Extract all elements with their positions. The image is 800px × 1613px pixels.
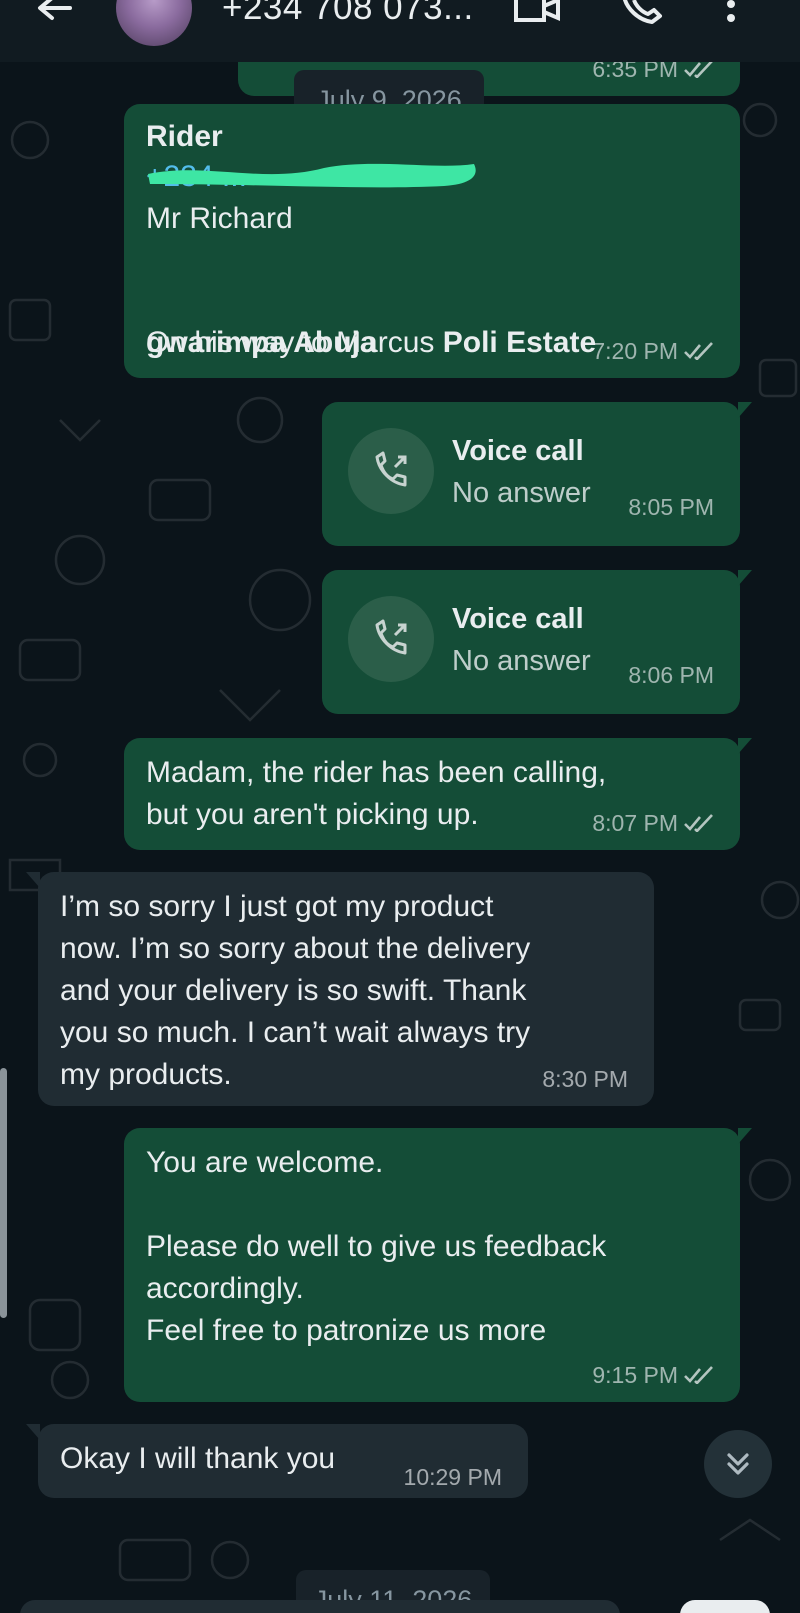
message-meta: 9:15 PM <box>592 1362 714 1388</box>
message-bubble-incoming[interactable]: Okay I will thank you 10:29 PM <box>26 1424 528 1498</box>
message-time: 9:15 PM <box>592 1362 678 1388</box>
contact-name[interactable]: +234 708 073... <box>222 0 474 28</box>
phone-icon[interactable] <box>620 0 664 26</box>
video-camera-icon[interactable] <box>514 0 560 26</box>
avatar[interactable] <box>116 0 192 46</box>
call-title: Voice call <box>452 435 584 467</box>
message-list[interactable]: 6:35 PM July 9, 2026 Rider +234 ... Mr R… <box>0 22 800 1613</box>
read-ticks-icon <box>684 60 713 78</box>
message-meta: 8:07 PM <box>592 810 714 836</box>
message-time: 10:29 PM <box>403 1464 502 1490</box>
read-ticks-icon <box>684 1366 713 1384</box>
call-title: Voice call <box>452 603 584 635</box>
message-bubble-incoming[interactable]: I’m so sorry I just got my product now. … <box>26 872 654 1106</box>
chevrons-down-icon <box>727 1453 749 1475</box>
missed-call-icon <box>375 619 407 655</box>
call-status: No answer <box>452 477 591 509</box>
message-text: I’m so sorry I just got my product now. … <box>60 890 531 1091</box>
read-ticks-icon <box>684 814 713 832</box>
message-meta: 10:29 PM <box>404 1464 502 1490</box>
scroll-to-bottom-button[interactable] <box>704 1430 772 1498</box>
message-text: Madam, the rider has been calling, but y… <box>146 756 607 831</box>
address-bold: Poli Estate <box>442 326 597 359</box>
call-status: No answer <box>452 645 591 677</box>
missed-call-icon <box>375 451 407 487</box>
message-bubble-outgoing[interactable]: Madam, the rider has been calling, but y… <box>124 738 752 850</box>
message-time: 8:05 PM <box>628 494 714 520</box>
message-time: 8:07 PM <box>592 810 678 836</box>
voice-call-bubble[interactable]: Voice call No answer 8:05 PM <box>322 402 752 546</box>
message-text: You are welcome. Please do well to give … <box>146 1146 607 1347</box>
edge-scroll-indicator <box>0 1068 7 1318</box>
message-time: 7:20 PM <box>592 338 678 364</box>
message-bubble-outgoing[interactable]: Rider +234 ... Mr Richard On his way to … <box>124 104 740 378</box>
redaction-scribble <box>148 163 476 188</box>
sender-label: Rider <box>146 120 223 153</box>
send-button[interactable] <box>680 1600 770 1613</box>
message-text: Mr Richard <box>146 202 293 235</box>
message-time: 8:06 PM <box>628 662 714 688</box>
message-time: 8:30 PM <box>542 1066 628 1092</box>
read-ticks-icon <box>684 342 713 360</box>
message-meta: 7:20 PM <box>592 338 714 364</box>
message-text: Okay I will thank you <box>60 1442 336 1475</box>
call-icon-circle <box>348 596 434 682</box>
more-vertical-icon[interactable] <box>724 0 738 26</box>
chat-header: +234 708 073... <box>0 0 800 62</box>
message-meta: 8:30 PM <box>542 1066 628 1092</box>
redacted-phone-number: +234 ... <box>146 156 476 198</box>
message-text-address-line2: gwarimpa Abuja <box>146 326 377 359</box>
message-meta: 8:06 PM <box>628 662 714 688</box>
message-bubble-outgoing[interactable]: You are welcome. Please do well to give … <box>124 1128 752 1402</box>
message-input-bar[interactable] <box>20 1600 620 1613</box>
arrow-left-icon[interactable] <box>34 0 74 24</box>
voice-call-bubble[interactable]: Voice call No answer 8:06 PM <box>322 570 752 714</box>
call-icon-circle <box>348 428 434 514</box>
message-meta: 8:05 PM <box>628 494 714 520</box>
